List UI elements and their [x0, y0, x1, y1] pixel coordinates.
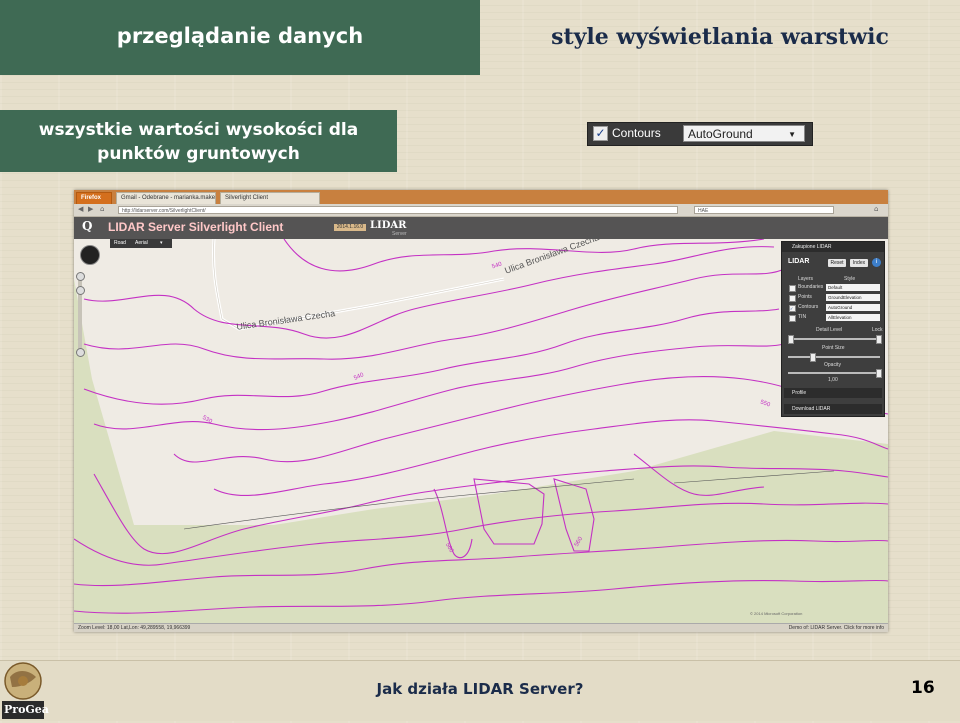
detail-level-label: Detail Level — [816, 327, 843, 333]
layer-row: Points GroundElevation — [786, 294, 882, 302]
page-number: 16 — [911, 678, 935, 698]
firefox-menu-button[interactable]: Firefox — [76, 192, 112, 204]
chevron-down-icon: ▼ — [788, 130, 796, 139]
search-input[interactable]: HAE — [694, 206, 834, 214]
layer-row: ✓ Contours AutoGround — [786, 304, 882, 312]
layer-row: Boundaries Default — [786, 284, 882, 292]
note-line-1: wszystkie wartości wysokości dla — [38, 120, 359, 140]
header-right-banner: style wyświetlania warstwic — [480, 0, 960, 75]
slider-knob[interactable] — [876, 335, 882, 344]
layer-style-select[interactable]: Default — [826, 284, 880, 291]
compass-icon[interactable] — [80, 245, 100, 265]
footer-title: Jak działa LIDAR Server? — [376, 680, 584, 698]
lock-label: Lock — [872, 327, 883, 333]
slider-knob[interactable] — [788, 335, 794, 344]
app-title: LIDAR Server Silverlight Client — [108, 220, 284, 234]
map-type-tabs: Road Aerial ▾ — [110, 239, 172, 248]
opacity-value: 1,00 — [828, 377, 838, 383]
download-section[interactable]: Download LIDAR — [784, 404, 882, 414]
layer-checkbox[interactable] — [789, 285, 796, 292]
map-view[interactable]: Ulica Bronisława Czecha Ulica Bronisława… — [74, 232, 888, 623]
info-icon[interactable]: i — [872, 258, 881, 267]
layer-checkbox[interactable] — [789, 295, 796, 302]
layer-name: Points — [798, 294, 812, 300]
reset-button[interactable]: Reset — [828, 259, 846, 267]
layers-panel: Zakupione LIDAR LIDAR Reset Index i Laye… — [781, 241, 885, 417]
layer-name: Boundaries — [798, 284, 824, 290]
opacity-label: Opacity — [824, 362, 841, 368]
lidar-brand-sub: Server — [392, 231, 407, 237]
slider-knob[interactable] — [810, 353, 816, 362]
panel-brand: LIDAR — [788, 258, 810, 265]
zoom-in-icon[interactable] — [76, 272, 85, 281]
home-icon[interactable]: ⌂ — [100, 205, 104, 213]
opacity-slider[interactable] — [788, 369, 882, 378]
point-size-slider[interactable] — [788, 353, 880, 362]
map-canvas — [74, 239, 888, 623]
index-button[interactable]: Index — [850, 259, 868, 267]
header-right-title: style wyświetlania warstwic — [551, 24, 889, 50]
profile-section[interactable]: Profile — [784, 388, 882, 398]
map-copyright: © 2014 Microsoft Corporation — [750, 611, 803, 616]
point-size-label: Point Size — [822, 345, 845, 351]
browser-tab-strip: Firefox Gmail - Odebrane - marianka.make… — [74, 190, 888, 204]
url-input[interactable]: http://lidarserver.com/SilverlightClient… — [118, 206, 678, 214]
status-demo-link[interactable]: Demo of: LIDAR Server. Click for more in… — [789, 624, 884, 632]
app-version-badge: 2014.1.16.0 — [334, 224, 366, 231]
home-button-icon[interactable]: ⌂ — [874, 205, 878, 213]
note-box: wszystkie wartości wysokości dla punktów… — [0, 110, 397, 172]
address-bar-row: ◀ ▶ ⌂ http://lidarserver.com/Silverlight… — [74, 204, 888, 217]
layer-name: Contours — [798, 304, 819, 310]
qcoherent-logo: Q — [82, 219, 93, 233]
contours-style-select[interactable]: AutoGround ▼ — [683, 125, 805, 142]
layer-checkbox[interactable]: ✓ — [789, 305, 796, 312]
status-coordinates: Zoom Level: 18,00 Lat,Lon: 49,289558, 19… — [78, 625, 191, 631]
browser-screenshot: Firefox Gmail - Odebrane - marianka.make… — [74, 190, 888, 632]
slider-knob[interactable] — [876, 369, 882, 378]
contours-widget: ✓ Contours AutoGround ▼ — [587, 122, 813, 146]
zoom-out-icon[interactable] — [76, 348, 85, 357]
map-tab-aerial[interactable]: Aerial — [135, 240, 148, 246]
zoom-knob[interactable] — [76, 286, 85, 295]
forward-icon[interactable]: ▶ — [88, 205, 93, 213]
logo-text: ProGea — [4, 703, 49, 716]
map-tab-road[interactable]: Road — [114, 240, 126, 246]
browser-tab-silverlight[interactable]: Silverlight Client — [220, 192, 320, 204]
layers-column-header: Layers — [798, 276, 814, 282]
layer-checkbox[interactable] — [789, 315, 796, 322]
layer-style-select[interactable]: AllElevation — [826, 314, 880, 321]
lidar-brand: LIDAR — [370, 220, 407, 231]
browser-tab-gmail[interactable]: Gmail - Odebrane - marianka.makes... — [116, 192, 216, 204]
panel-title[interactable]: Zakupione LIDAR — [782, 242, 884, 252]
layer-style-select[interactable]: AutoGround — [826, 304, 880, 311]
app-header: Q LIDAR Server Silverlight Client 2014.1… — [74, 217, 888, 239]
header-left-title: przeglądanie danych — [116, 24, 364, 48]
layer-style-select[interactable]: GroundElevation — [826, 294, 880, 301]
header-left-banner: przeglądanie danych — [0, 0, 480, 75]
contours-checkbox[interactable]: ✓ — [593, 126, 608, 141]
contours-style-value: AutoGround — [688, 127, 753, 141]
back-icon[interactable]: ◀ — [78, 205, 83, 213]
contours-label: Contours — [612, 126, 661, 140]
layer-name: TIN — [798, 314, 807, 320]
status-bar: Zoom Level: 18,00 Lat,Lon: 49,289558, 19… — [74, 623, 888, 632]
expand-icon[interactable]: ▾ — [160, 240, 163, 246]
detail-level-slider[interactable] — [788, 335, 882, 344]
note-line-2: punktów gruntowych — [97, 144, 300, 164]
layer-row: TIN AllElevation — [786, 314, 882, 322]
zoom-slider[interactable] — [76, 272, 85, 357]
style-column-header: Style — [844, 276, 856, 282]
